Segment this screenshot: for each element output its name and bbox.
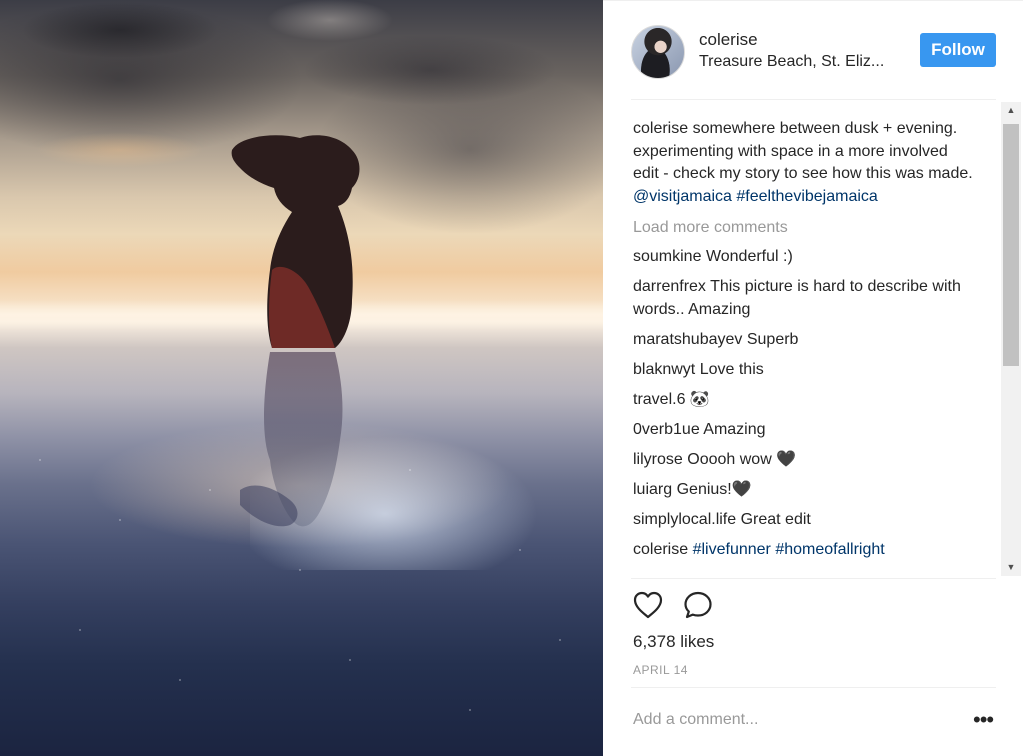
hashtag-link[interactable]: #feelthevibejamaica [736,188,877,205]
comment-author[interactable]: colerise [633,541,688,558]
scroll-up-arrow-icon[interactable]: ▲ [1001,102,1021,119]
avatar[interactable] [631,25,685,79]
comment-author[interactable]: maratshubayev [633,331,742,348]
comment-text: Wonderful :) [705,248,793,265]
comment-item: travel.6 🐼 [633,389,978,412]
comment-text: Ooooh wow 🖤 [687,451,797,469]
woman-silhouette [231,135,360,527]
scroll-down-arrow-icon[interactable]: ▼ [1001,559,1021,576]
add-comment-input[interactable] [631,700,955,740]
comments-scrollbar[interactable]: ▲ ▼ [1001,102,1021,576]
post-details-panel: colerise Treasure Beach, St. Eliz... Fol… [603,0,1023,756]
comment-text[interactable]: #livefunner #homeofallright [693,541,885,558]
comment-bubble-icon[interactable] [682,590,714,620]
username[interactable]: colerise [699,30,758,50]
heart-icon[interactable] [632,590,664,620]
comment-text: 🐼 [689,390,710,408]
mention-link[interactable]: @visitjamaica [633,188,732,205]
load-more-comments-link[interactable]: Load more comments [633,217,978,239]
comment-text: Love this [699,360,764,378]
comment-item: 0verb1ue Amazing [633,419,978,442]
comment-text: Amazing [703,420,766,438]
post-date[interactable]: APRIL 14 [633,663,688,677]
comment-author[interactable]: blaknwyt [633,361,695,378]
comment-author[interactable]: lilyrose [633,451,683,468]
post-photo[interactable] [0,0,603,756]
header-divider [631,99,996,100]
comment-item: soumkine Wonderful :) [633,246,978,269]
location-link[interactable]: Treasure Beach, St. Eliz... [699,53,884,71]
comment-text: Genius!🖤 [676,481,752,499]
comment-author[interactable]: luiarg [633,481,672,498]
comment-item: blaknwyt Love this [633,359,978,382]
comment-text: Superb [746,330,799,348]
likes-count[interactable]: 6,378 likes [633,632,714,652]
more-options-icon[interactable]: ••• [973,709,994,731]
caption-author[interactable]: colerise [633,120,688,137]
scrollbar-thumb[interactable] [1003,124,1019,366]
comment-item: darrenfrex This picture is hard to descr… [633,276,978,321]
comment-text: Great edit [740,511,811,529]
comment-author[interactable]: travel.6 [633,391,685,408]
comment-author[interactable]: soumkine [633,248,701,265]
comment-item: lilyrose Ooooh wow 🖤 [633,449,978,472]
comment-item: maratshubayev Superb [633,329,978,352]
caption: colerise somewhere between dusk + evenin… [633,118,978,208]
post-header: colerise Treasure Beach, St. Eliz... Fol… [603,0,1023,100]
comment-author[interactable]: simplylocal.life [633,511,736,528]
actions-divider [631,578,996,579]
comment-item: luiarg Genius!🖤 [633,479,978,502]
comment-item: colerise #livefunner #homeofallright [633,539,978,562]
follow-button[interactable]: Follow [920,33,996,67]
comment-author[interactable]: 0verb1ue [633,421,700,438]
add-comment-divider [631,687,996,688]
comments-list[interactable]: colerise somewhere between dusk + evenin… [603,102,1001,576]
comment-author[interactable]: darrenfrex [633,278,706,295]
comment-item: simplylocal.life Great edit [633,509,978,532]
